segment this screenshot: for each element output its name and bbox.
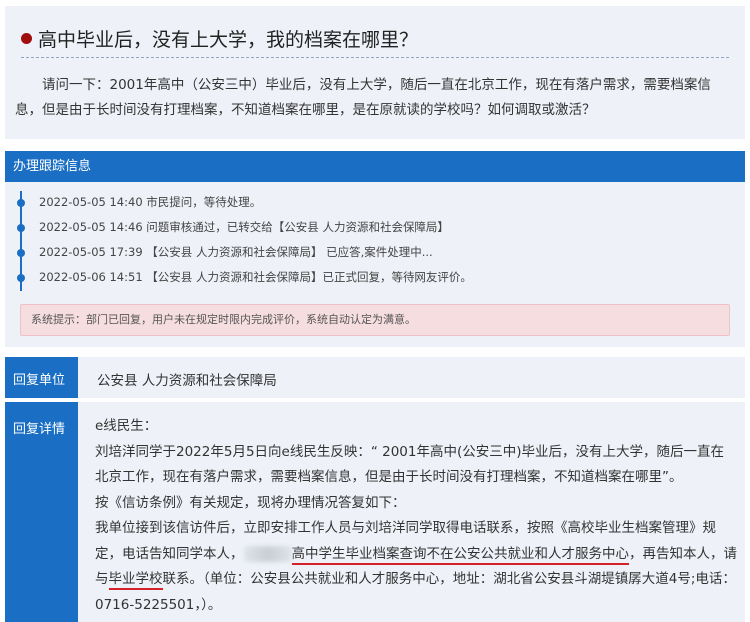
timeline-dot-icon (17, 249, 25, 257)
question-title: 高中毕业后，没有上大学，我的档案在哪里？ (38, 29, 419, 51)
underlined-text: 高中学生毕业档案查询不在公安公共就业和人才服务中心 (291, 545, 629, 565)
timeline-text: 2022-05-05 17:39 【公安县 人力资源和社会保障局】 已应答,案件… (39, 245, 433, 259)
question-card: 高中毕业后，没有上大学，我的档案在哪里？ 请问一下：2001年高中（公安三中）毕… (5, 6, 745, 139)
timeline-text: 2022-05-05 14:46 问题审核通过，已转交给【公安县 人力资源和社会… (39, 220, 449, 234)
reply-paragraph: 按《信访条例》有关规定，现将办理情况答复如下： (95, 494, 406, 511)
reply-text: 联系。（单位：公安县公共就业和人才服务中心，地址：湖北省公安县斗湖堤镇孱大道4号… (95, 571, 736, 613)
redacted-blur (243, 545, 292, 562)
reply-detail-row: 回复详情 e线民生： 刘培洋同学于2022年5月5日向e线民生反映：“ 2001… (5, 402, 745, 622)
reply-paragraph: 刘培洋同学于2022年5月5日向e线民生反映：“ 2001年高中(公安三中)毕业… (95, 443, 725, 486)
reply-detail-label: 回复详情 (5, 402, 78, 622)
reply-unit-row: 回复单位 公安县 人力资源和社会保障局 (5, 357, 745, 398)
timeline-text: 2022-05-05 14:40 市民提问，等待处理。 (39, 195, 262, 209)
timeline-item: 2022-05-06 14:51 【公安县 人力资源和社会保障局】已正式回复，等… (5, 266, 705, 290)
question-body: 请问一下：2001年高中（公安三中）毕业后，没有上大学，随后一直在北京工作，现在… (15, 77, 711, 118)
reply-paragraph: 我单位接到该信访件后，立即安排工作人员与刘培洋同学取得电话联系，按照《高校毕业生… (95, 516, 737, 618)
timeline-item: 2022-05-05 14:46 问题审核通过，已转交给【公安县 人力资源和社会… (5, 216, 705, 240)
reply-greeting: e线民生： (95, 418, 158, 434)
system-notice: 系统提示：部门已回复，用户未在规定时限内完成评价，系统自动认定为满意。 (20, 304, 730, 336)
reply-unit-label: 回复单位 (5, 357, 78, 398)
timeline-dot-icon (17, 224, 25, 232)
underlined-text: 毕业学校 (108, 571, 163, 590)
timeline-item: 2022-05-05 17:39 【公安县 人力资源和社会保障局】 已应答,案件… (5, 241, 705, 265)
reply-detail-body: e线民生： 刘培洋同学于2022年5月5日向e线民生反映：“ 2001年高中(公… (95, 414, 737, 618)
timeline-dot-icon (17, 274, 25, 282)
tracking-header: 办理跟踪信息 (5, 151, 745, 182)
tracking-card: 办理跟踪信息 2022-05-05 14:40 市民提问，等待处理。 2022-… (5, 151, 745, 347)
timeline-dot-icon (17, 199, 25, 207)
timeline-text: 2022-05-06 14:51 【公安县 人力资源和社会保障局】已正式回复，等… (39, 270, 472, 284)
question-title-row: 高中毕业后，没有上大学，我的档案在哪里？ (21, 24, 729, 58)
reply-unit-value: 公安县 人力资源和社会保障局 (97, 373, 277, 389)
bullet-dot-icon (21, 33, 32, 44)
timeline-item: 2022-05-05 14:40 市民提问，等待处理。 (5, 191, 705, 215)
